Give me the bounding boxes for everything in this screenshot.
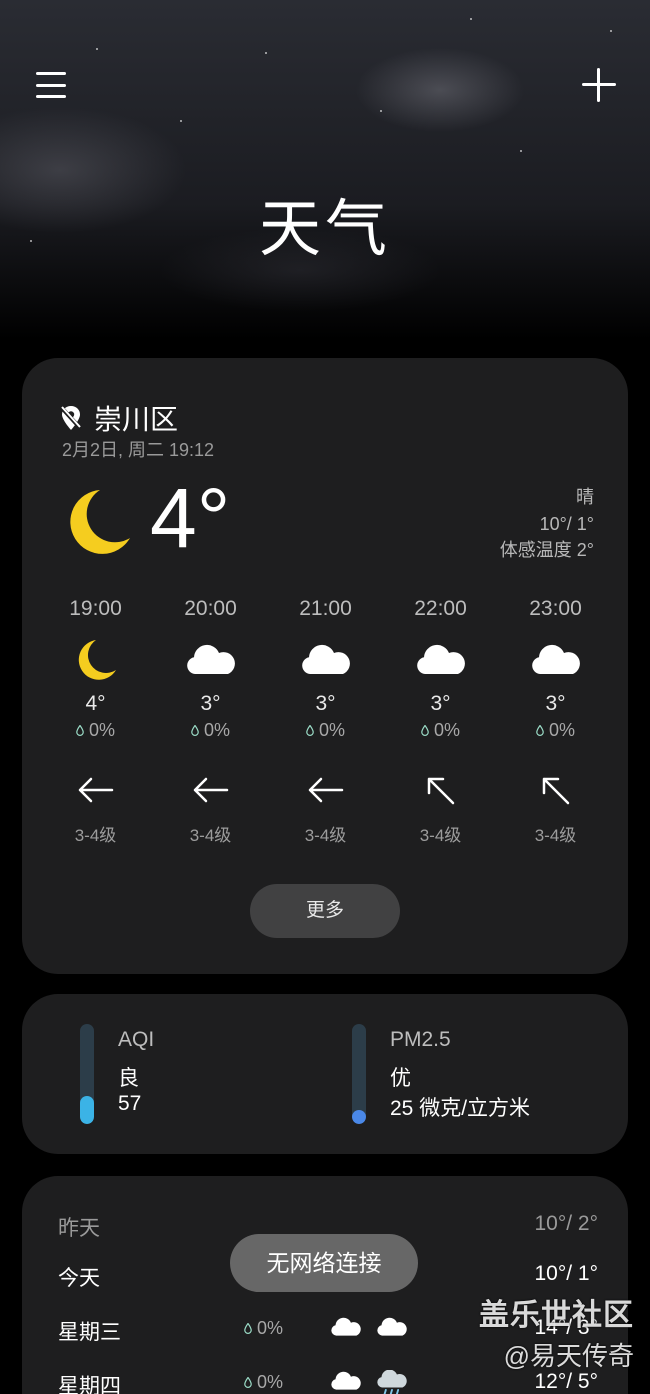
aqi-value: 57 — [118, 1092, 142, 1115]
raindrop-icon — [536, 725, 544, 736]
raindrop-icon — [191, 725, 199, 736]
rain-cloud-icon — [377, 1370, 407, 1394]
menu-button[interactable] — [36, 68, 66, 102]
hourly-forecast[interactable]: 19:00 4° 0% 3-4级 20:00 3° 0% 3-4级 21:00 … — [38, 594, 614, 846]
add-location-button[interactable] — [580, 66, 618, 104]
hour-temperature: 3° — [545, 692, 566, 715]
cloud-icon — [331, 1317, 361, 1336]
day-rain-value: 0% — [257, 1318, 284, 1338]
hour-rain: 0% — [268, 720, 383, 741]
cloud-icon — [186, 644, 235, 674]
hour-temperature: 3° — [430, 692, 451, 715]
aqi-bar — [80, 1024, 94, 1124]
raindrop-icon — [421, 725, 429, 736]
moon-icon — [78, 640, 116, 680]
location-off-icon — [60, 405, 82, 431]
weather-card[interactable]: 崇川区 2月2日, 周二 19:12 4° 晴 10°/ 1° 体感温度 2° … — [22, 358, 628, 974]
hour-rain-value: 0% — [203, 720, 230, 740]
hour-time: 22:00 — [414, 597, 467, 620]
hour-time: 23:00 — [529, 597, 582, 620]
raindrop-icon — [244, 1323, 252, 1334]
aqi-label: AQI — [118, 1028, 155, 1051]
hour-rain-value: 0% — [318, 720, 345, 740]
hour-rain: 0% — [383, 720, 498, 741]
day-range: 12°/ 5° — [534, 1370, 598, 1393]
watermark-title: 盖乐世社区 — [479, 1299, 634, 1332]
pm25-label: PM2.5 — [390, 1028, 451, 1051]
cloud-icon — [416, 644, 465, 674]
hour-column: 23:00 3° 0% 3-4级 — [498, 594, 613, 846]
arrow-up-left-icon — [542, 777, 569, 805]
location-datetime: 2月2日, 周二 19:12 — [62, 440, 215, 460]
more-button[interactable]: 更多 — [250, 884, 400, 938]
no-network-toast: 无网络连接 — [230, 1234, 418, 1292]
cloud-icon — [531, 644, 580, 674]
moon-icon — [70, 490, 130, 554]
day-name: 昨天 — [58, 1217, 100, 1240]
day-name: 星期三 — [58, 1321, 121, 1344]
day-name: 星期四 — [58, 1375, 121, 1394]
raindrop-icon — [306, 725, 314, 736]
location-row: 崇川区 — [60, 398, 178, 438]
hour-column: 20:00 3° 0% 3-4级 — [153, 594, 268, 846]
hour-rain-value: 0% — [88, 720, 115, 740]
hour-wind-level: 3-4级 — [534, 826, 577, 845]
hour-wind-level: 3-4级 — [419, 826, 462, 845]
hour-temperature: 3° — [200, 692, 221, 715]
arrow-left-icon — [78, 777, 113, 803]
arrow-left-icon — [193, 777, 228, 803]
hour-column: 22:00 3° 0% 3-4级 — [383, 594, 498, 846]
day-rain: 0% — [244, 1372, 283, 1393]
day-rain-value: 0% — [257, 1372, 284, 1392]
watermark-author: @易天传奇 — [503, 1341, 634, 1371]
day-name: 今天 — [58, 1267, 100, 1290]
hour-time: 19:00 — [69, 597, 122, 620]
day-rain: 0% — [244, 1318, 283, 1339]
air-quality-card[interactable]: AQI 良 57 PM2.5 优 25 微克/立方米 — [22, 994, 628, 1154]
hour-wind-level: 3-4级 — [74, 826, 117, 845]
sky-background — [0, 0, 650, 340]
aqi-level: 良 — [118, 1067, 139, 1090]
hour-rain-value: 0% — [433, 720, 460, 740]
pm25-level: 优 — [390, 1067, 411, 1090]
pm25-bar-fill — [352, 1110, 366, 1124]
location-name: 崇川区 — [94, 404, 179, 435]
arrow-up-left-icon — [427, 777, 454, 805]
day-row: 星期四 0% 12°/ 5° — [58, 1370, 598, 1394]
current-summary: 晴 10°/ 1° 体感温度 2° — [500, 484, 594, 564]
feels-like: 体感温度 2° — [499, 540, 594, 560]
day-range: 10°/ 1° — [534, 1262, 598, 1285]
day-range: 10°/ 2° — [534, 1212, 598, 1235]
pm25-value: 25 微克/立方米 — [390, 1097, 531, 1120]
hour-rain: 0% — [498, 720, 613, 741]
cloud-icon — [331, 1371, 361, 1390]
hour-rain: 0% — [153, 720, 268, 741]
hour-column: 19:00 4° 0% 3-4级 — [38, 594, 153, 846]
hour-wind-level: 3-4级 — [304, 826, 347, 845]
hour-temperature: 4° — [85, 692, 106, 715]
hour-rain: 0% — [38, 720, 153, 741]
raindrop-icon — [76, 725, 84, 736]
hour-wind-level: 3-4级 — [189, 826, 232, 845]
watermark: 盖乐世社区 @易天传奇 — [479, 1290, 634, 1373]
hour-temperature: 3° — [315, 692, 336, 715]
current-condition: 晴 — [576, 487, 594, 507]
current-temperature: 4° — [150, 471, 231, 565]
cloud-icon — [301, 644, 350, 674]
pm25-bar — [352, 1024, 366, 1124]
hour-time: 20:00 — [184, 597, 237, 620]
arrow-left-icon — [308, 777, 343, 803]
cloud-icon — [377, 1317, 407, 1336]
hour-column: 21:00 3° 0% 3-4级 — [268, 594, 383, 846]
raindrop-icon — [244, 1377, 252, 1388]
aqi-bar-fill — [80, 1096, 94, 1124]
hour-rain-value: 0% — [548, 720, 575, 740]
page-title: 天气 — [258, 195, 391, 264]
current-range: 10°/ 1° — [539, 513, 594, 534]
hour-time: 21:00 — [299, 597, 352, 620]
